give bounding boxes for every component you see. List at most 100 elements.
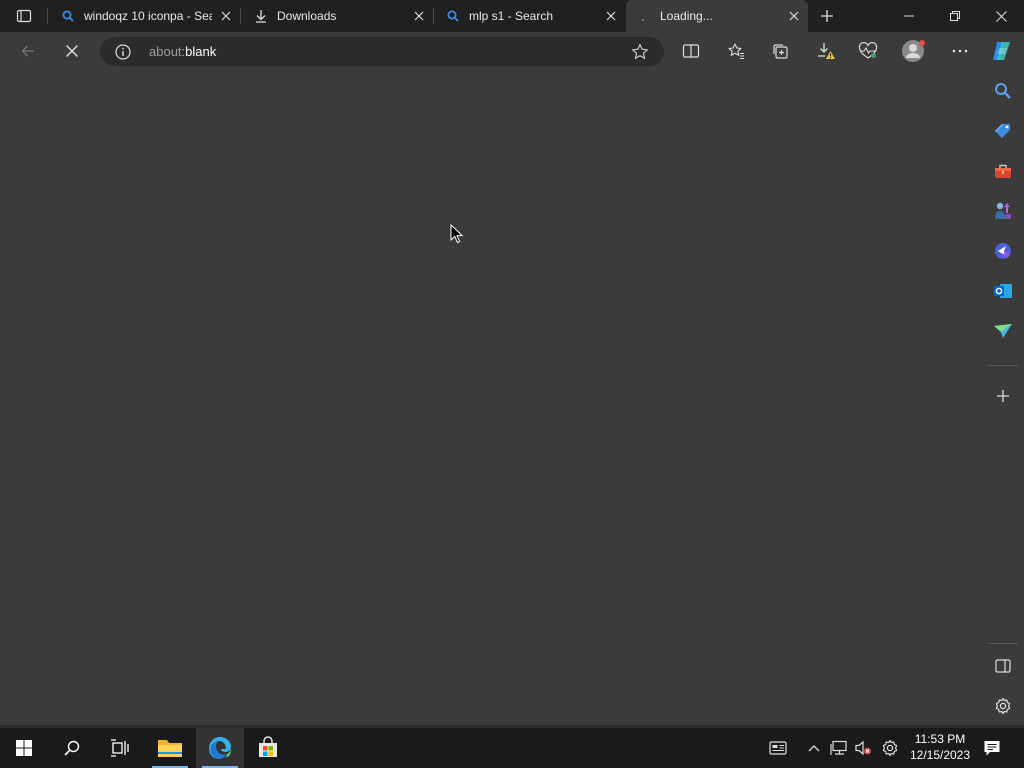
new-tab-button[interactable] — [813, 3, 841, 29]
back-button[interactable] — [12, 36, 44, 66]
minimize-button[interactable] — [886, 0, 932, 32]
outlook-icon — [994, 284, 1012, 298]
tab-separator — [240, 8, 241, 24]
sidebar-shopping-button[interactable] — [990, 118, 1016, 144]
download-warning-icon — [818, 43, 835, 59]
close-icon — [995, 10, 1007, 22]
sidebar-tools-button[interactable] — [990, 158, 1016, 184]
add-icon — [997, 390, 1009, 402]
taskbar-search-button[interactable] — [48, 728, 96, 768]
task-view-button[interactable] — [96, 728, 144, 768]
tab-title: windoqz 10 iconpa - Sea — [84, 9, 212, 23]
browser-essentials-button[interactable] — [852, 36, 884, 66]
games-icon — [995, 202, 1011, 219]
search-icon — [64, 740, 80, 756]
tab-actions-button[interactable] — [8, 4, 40, 28]
tab-separator — [47, 8, 48, 24]
close-window-button[interactable] — [978, 0, 1024, 32]
tab-separator — [433, 8, 434, 24]
url-scheme: about: — [149, 44, 186, 59]
search-icon — [60, 8, 76, 24]
plus-icon — [821, 10, 833, 22]
stop-button[interactable] — [56, 36, 88, 66]
close-tab-icon[interactable] — [405, 2, 433, 30]
chevron-up-icon — [808, 745, 820, 752]
sidebar-games-button[interactable] — [990, 198, 1016, 224]
tab-actions-icon — [16, 9, 32, 23]
restore-button[interactable] — [932, 0, 978, 32]
info-icon[interactable] — [114, 43, 132, 61]
downloads-button[interactable] — [810, 36, 842, 66]
split-screen-icon — [682, 44, 700, 58]
sidebar-divider — [988, 643, 1018, 644]
shopping-tag-icon — [995, 124, 1010, 138]
copilot-icon — [993, 42, 1010, 60]
sidebar-search-button[interactable] — [990, 78, 1016, 104]
page-content — [0, 71, 982, 725]
loading-icon — [636, 8, 652, 24]
sidebar-drop-button[interactable] — [990, 318, 1016, 344]
file-explorer-icon — [158, 740, 182, 757]
browser-toolbar: about:blank — [0, 32, 1024, 71]
tray-news-button[interactable] — [766, 728, 790, 768]
tab-title: Loading... — [660, 9, 713, 23]
sidebar-hide-button[interactable] — [990, 653, 1016, 679]
profile-button[interactable] — [898, 36, 930, 66]
favorite-star-icon[interactable] — [630, 42, 650, 62]
tab-1[interactable]: windoqz 10 iconpa - Sea — [50, 0, 240, 32]
edge-sidebar — [982, 71, 1024, 725]
action-center-button[interactable] — [980, 728, 1004, 768]
close-tab-icon[interactable] — [780, 2, 808, 30]
split-screen-button[interactable] — [675, 36, 707, 66]
windows-taskbar: 11:53 PM 12/15/2023 — [0, 728, 1024, 768]
system-clock[interactable]: 11:53 PM 12/15/2023 — [904, 731, 976, 763]
address-bar[interactable]: about:blank — [100, 37, 664, 66]
copilot-button[interactable] — [986, 36, 1018, 66]
network-button[interactable] — [828, 728, 850, 768]
sidebar-divider — [988, 365, 1018, 366]
copilot-icon — [995, 243, 1011, 259]
sidebar-settings-button[interactable] — [990, 693, 1016, 719]
close-tab-icon[interactable] — [212, 2, 240, 30]
stop-icon — [66, 45, 78, 57]
settings-icon — [995, 697, 1011, 715]
volume-button[interactable] — [852, 728, 874, 768]
sidebar-copilot-button[interactable] — [990, 238, 1016, 264]
favorites-icon — [728, 43, 744, 59]
settings-icon — [882, 739, 898, 757]
sidebar-outlook-button[interactable] — [990, 278, 1016, 304]
address-url[interactable]: about:blank — [149, 44, 216, 59]
tab-3[interactable]: mlp s1 - Search — [435, 0, 625, 32]
send-icon — [994, 324, 1012, 338]
show-hidden-icons-button[interactable] — [804, 728, 824, 768]
taskbar-file-explorer[interactable] — [146, 728, 194, 768]
restore-icon — [950, 11, 960, 21]
more-icon — [952, 49, 968, 53]
sidebar-add-button[interactable] — [990, 383, 1016, 409]
split-screen-icon — [995, 659, 1011, 673]
search-icon — [995, 83, 1011, 99]
download-icon — [253, 8, 269, 24]
taskbar-edge[interactable] — [196, 728, 244, 768]
clock-date: 12/15/2023 — [909, 748, 971, 762]
toolbox-icon — [995, 164, 1011, 178]
store-icon — [259, 736, 277, 757]
favorites-button[interactable] — [720, 36, 752, 66]
tab-2[interactable]: Downloads — [243, 0, 433, 32]
tab-strip: windoqz 10 iconpa - Sea Downloads mlp s1… — [0, 0, 1024, 32]
tab-title: mlp s1 - Search — [469, 9, 554, 23]
close-tab-icon[interactable] — [597, 2, 625, 30]
start-button[interactable] — [0, 728, 48, 768]
tab-title: Downloads — [277, 9, 337, 23]
back-arrow-icon — [21, 45, 34, 57]
search-icon — [445, 8, 461, 24]
mouse-cursor-icon — [450, 224, 464, 244]
taskbar-store[interactable] — [244, 728, 292, 768]
clock-time: 11:53 PM — [914, 732, 966, 746]
tray-settings-button[interactable] — [878, 728, 902, 768]
heart-pulse-icon — [858, 42, 878, 59]
more-options-button[interactable] — [944, 36, 976, 66]
volume-muted-icon — [855, 740, 871, 756]
collections-button[interactable] — [764, 36, 796, 66]
tab-4-active[interactable]: Loading... — [626, 0, 808, 32]
